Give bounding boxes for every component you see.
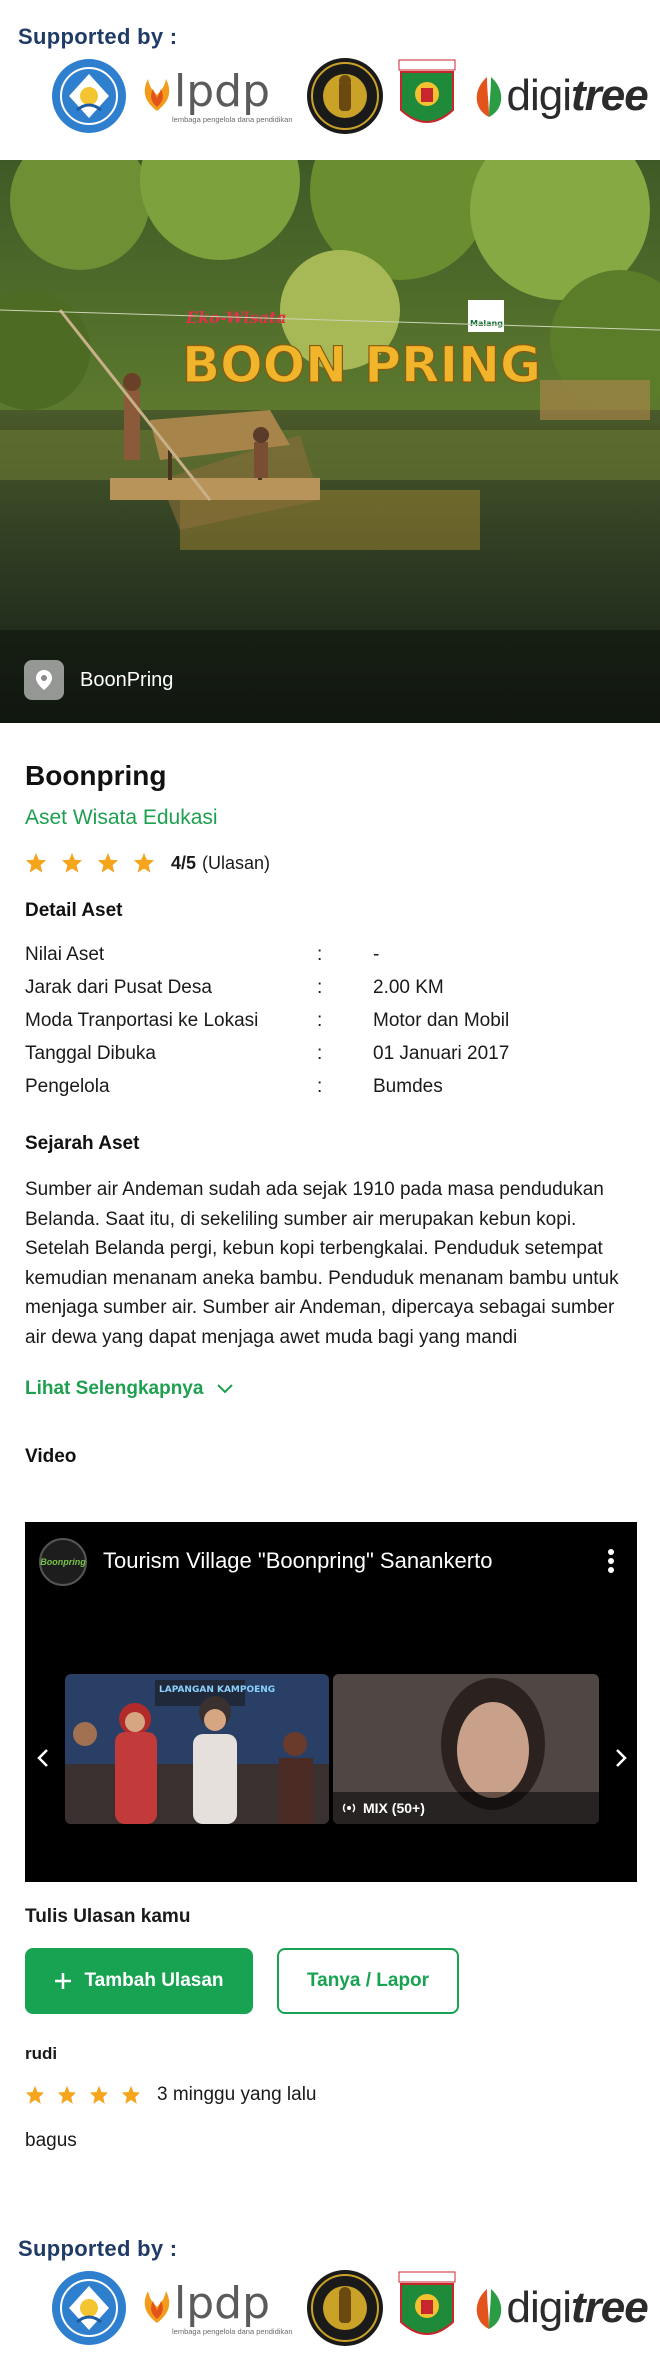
digitree-logo: digi tree: [471, 71, 649, 121]
detail-label: Pengelola: [25, 1075, 110, 1097]
ask-report-label: Tanya / Lapor: [306, 1970, 430, 1991]
asset-rating: 4/5 (Ulasan): [25, 852, 635, 874]
thumb-sign-text: LAPANGAN KAMPOENG: [159, 1685, 275, 1695]
map-pin-icon: [24, 660, 64, 700]
detail-separator: :: [317, 1042, 323, 1064]
lpdp-tagline: lembaga pengelola dana pendidikan: [172, 2326, 293, 2336]
hero-sign-big: BOON PRING: [182, 336, 541, 394]
kabupaten-malang-logo: [397, 2270, 457, 2346]
mix-badge: MIX (50+): [341, 1800, 425, 1816]
review-section-title: Tulis Ulasan kamu: [25, 1906, 191, 1927]
add-review-button[interactable]: Tambah Ulasan: [25, 1948, 253, 2014]
kabupaten-malang-logo: [397, 58, 457, 134]
lpdp-logo: lpdp lembaga pengelola dana pendidikan: [140, 2277, 293, 2336]
detail-label: Jarak dari Pusat Desa: [25, 976, 212, 998]
video-player[interactable]: Boonpring Tourism Village "Boonpring" Sa…: [25, 1522, 637, 1882]
detail-row: Nilai Aset : -: [25, 938, 625, 971]
detail-label: Tanggal Dibuka: [25, 1042, 156, 1064]
star-icon: [133, 852, 155, 873]
location-chip[interactable]: BoonPring: [24, 660, 173, 700]
rating-label: (Ulasan): [202, 852, 271, 873]
detail-row: Jarak dari Pusat Desa : 2.00 KM: [25, 971, 625, 1004]
video-thumbnail[interactable]: LAPANGAN KAMPOENG: [65, 1674, 329, 1824]
review-time: 3 minggu yang lalu: [157, 2084, 317, 2105]
lpdp-word: lpdp: [174, 2277, 271, 2329]
broadcast-icon: [342, 1803, 356, 1813]
history-title: Sejarah Aset: [25, 1133, 140, 1154]
detail-title: Detail Aset: [25, 900, 123, 921]
detail-value: 01 Januari 2017: [373, 1042, 510, 1064]
sponsors-title: Supported by :: [18, 24, 178, 49]
star-icon: [61, 852, 83, 873]
digitree-word-bold: tree: [571, 2283, 649, 2332]
detail-row: Tanggal Dibuka : 01 Januari 2017: [25, 1037, 625, 1070]
asset-category: Aset Wisata Edukasi: [25, 806, 218, 829]
review-item: rudi 3 minggu yang lalu bagus: [25, 2044, 625, 2152]
chevron-left-icon[interactable]: [37, 1748, 49, 1768]
chevron-down-icon: [217, 1384, 234, 1394]
sponsors-title: Supported by :: [18, 2236, 178, 2261]
star-icon: [25, 852, 47, 873]
detail-separator: :: [317, 1009, 323, 1031]
review-user: rudi: [25, 2044, 58, 2063]
see-more-label: Lihat Selengkapnya: [25, 1378, 204, 1399]
location-label: BoonPring: [80, 668, 174, 691]
ask-report-button[interactable]: Tanya / Lapor: [277, 1948, 459, 2014]
detail-label: Moda Tranportasi ke Lokasi: [25, 1009, 259, 1031]
detail-row: Pengelola : Bumdes: [25, 1070, 625, 1103]
review-rating: 3 minggu yang lalu: [25, 2084, 625, 2106]
hero-image: Eko-Wisata BOON PRING Malang: [0, 160, 660, 723]
detail-separator: :: [317, 1075, 323, 1097]
hero-sign-badge: Malang: [470, 319, 503, 328]
digitree-word-bold: tree: [571, 71, 649, 120]
detail-table: Nilai Aset : - Jarak dari Pusat Desa : 2…: [25, 938, 625, 1103]
detail-row: Moda Tranportasi ke Lokasi : Motor dan M…: [25, 1004, 625, 1037]
video-title[interactable]: Tourism Village "Boonpring" Sanankerto: [103, 1548, 492, 1574]
video-section-title: Video: [25, 1446, 77, 1467]
digitree-word-light: digi: [506, 71, 572, 120]
universitas-brawijaya-logo: [306, 58, 383, 134]
star-icon: [121, 2085, 141, 2104]
detail-separator: :: [317, 943, 323, 965]
detail-value: 2.00 KM: [373, 976, 444, 998]
star-icon: [25, 2085, 45, 2104]
detail-value: Motor dan Mobil: [373, 1009, 510, 1031]
kemdikbud-logo: [52, 59, 126, 133]
universitas-brawijaya-logo: [306, 2270, 383, 2346]
digitree-word-light: digi: [506, 2283, 572, 2332]
add-review-label: Tambah Ulasan: [84, 1970, 224, 1991]
asset-content: Boonpring Aset Wisata Edukasi 4/5 (Ulasa…: [25, 760, 635, 1468]
sponsors-bottom: Supported by : lpdp lembaga pengelola da…: [0, 2214, 660, 2364]
chevron-right-icon[interactable]: [615, 1748, 627, 1768]
detail-label: Nilai Aset: [25, 943, 105, 965]
asset-title: Boonpring: [25, 760, 167, 791]
history-text: Sumber air Andeman sudah ada sejak 1910 …: [25, 1179, 619, 1348]
detail-value: Bumdes: [373, 1075, 443, 1097]
detail-separator: :: [317, 976, 323, 998]
review-text: bagus: [25, 2130, 77, 2151]
mix-label: MIX (50+): [363, 1800, 425, 1816]
kemdikbud-logo: [52, 2271, 126, 2345]
rating-score: 4/5: [171, 852, 197, 873]
star-icon: [57, 2085, 77, 2104]
see-more-link[interactable]: Lihat Selengkapnya: [25, 1378, 635, 1400]
star-icon: [97, 852, 119, 873]
sponsor-logos: lpdp lembaga pengelola dana pendidikan d…: [52, 56, 649, 136]
plus-icon: [55, 1973, 72, 1989]
digitree-logo: digi tree: [471, 2283, 649, 2333]
sponsor-logos: lpdp lembaga pengelola dana pendidikan d…: [52, 2268, 649, 2348]
lpdp-word: lpdp: [174, 65, 271, 117]
more-options-icon[interactable]: [607, 1548, 615, 1574]
sponsors-top: Supported by : lpdp lembaga pengelola da…: [0, 0, 660, 150]
channel-avatar[interactable]: Boonpring: [39, 1538, 87, 1586]
lpdp-logo: lpdp lembaga pengelola dana pendidikan: [140, 65, 293, 124]
detail-value: -: [373, 943, 380, 965]
channel-badge: Boonpring: [40, 1557, 86, 1567]
lpdp-tagline: lembaga pengelola dana pendidikan: [172, 114, 293, 124]
star-icon: [89, 2085, 109, 2104]
